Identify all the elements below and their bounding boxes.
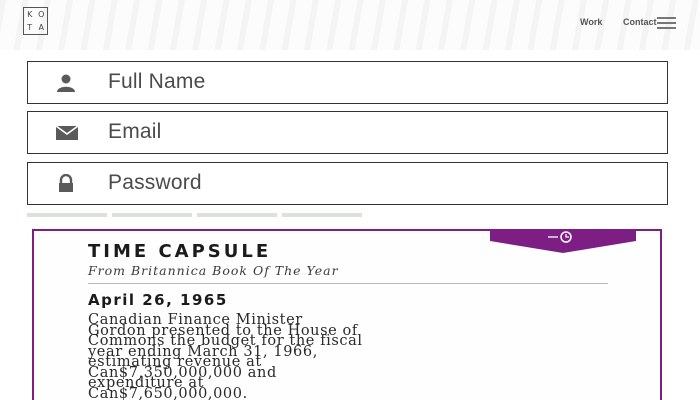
hamburger-icon[interactable] <box>657 17 676 29</box>
time-capsule-card: TIME CAPSULE From Britannica Book Of The… <box>32 229 662 400</box>
strength-segment <box>27 213 107 217</box>
strength-segment <box>282 213 362 217</box>
logo-letter: T <box>27 23 33 32</box>
user-icon <box>57 74 75 92</box>
logo-letter: O <box>38 10 45 19</box>
strength-segment <box>197 213 277 217</box>
nav-work-link[interactable]: Work <box>580 17 602 27</box>
time-capsule-date: April 26, 1965 <box>88 291 228 309</box>
logo-letter: A <box>38 23 44 32</box>
time-capsule-body: Canadian Finance Minister Gordon present… <box>88 312 363 400</box>
password-strength-bar <box>27 213 367 217</box>
time-capsule-subtitle: From Britannica Book Of The Year <box>88 263 339 278</box>
logo-letter: K <box>27 10 33 19</box>
kota-logo[interactable]: K O T A <box>23 7 48 35</box>
email-placeholder: Email <box>108 120 162 143</box>
divider <box>88 283 608 284</box>
full-name-placeholder: Full Name <box>108 70 206 93</box>
password-field[interactable]: Password <box>27 162 668 205</box>
email-field[interactable]: Email <box>27 111 668 154</box>
strength-segment <box>112 213 192 217</box>
full-name-field[interactable]: Full Name <box>27 61 668 104</box>
lock-icon <box>59 174 73 192</box>
password-placeholder: Password <box>108 171 202 194</box>
envelope-icon <box>55 125 79 140</box>
nav-contact-link[interactable]: Contact <box>623 17 657 27</box>
history-clock-icon[interactable] <box>490 231 636 253</box>
time-capsule-title: TIME CAPSULE <box>88 241 272 262</box>
